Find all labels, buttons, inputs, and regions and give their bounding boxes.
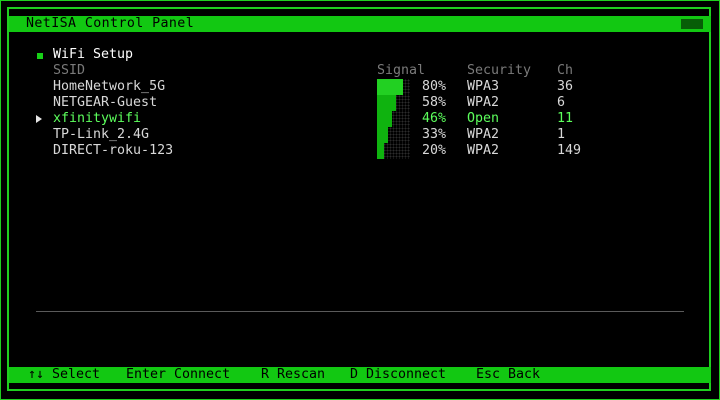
signal-bar — [377, 127, 410, 143]
network-row[interactable]: TP-Link_2.4G 33% WPA2 1 — [0, 127, 720, 143]
title-bar: NetISA Control Panel — [9, 16, 711, 32]
network-row[interactable]: NETGEAR-Guest 58% WPA2 6 — [0, 95, 720, 111]
network-ssid: xfinitywifi — [53, 111, 142, 126]
network-ssid: HomeNetwork_5G — [53, 79, 166, 94]
signal-bar — [377, 111, 410, 127]
network-channel: 11 — [557, 111, 574, 126]
section-bullet-icon — [37, 53, 43, 59]
network-security: WPA2 — [467, 95, 500, 110]
selection-arrow-icon — [36, 115, 42, 123]
network-channel: 6 — [557, 95, 566, 110]
column-header-ssid: SSID — [53, 63, 86, 78]
divider — [36, 311, 684, 312]
signal-bar-fill — [377, 79, 403, 95]
key-hint-back[interactable]: Esc Back — [476, 367, 540, 383]
network-ssid: TP-Link_2.4G — [53, 127, 150, 142]
column-header-security: Security — [467, 63, 532, 78]
network-channel: 36 — [557, 79, 574, 94]
section-title: WiFi Setup — [53, 47, 134, 62]
network-row-selected[interactable]: xfinitywifi 46% Open 11 — [0, 111, 720, 127]
key-hint-rescan[interactable]: R Rescan — [261, 367, 325, 383]
close-icon[interactable] — [681, 19, 703, 29]
panel-border — [7, 7, 711, 391]
window-title: NetISA Control Panel — [26, 16, 195, 31]
column-header-signal: Signal — [377, 63, 426, 78]
signal-percent: 80% — [422, 79, 447, 94]
signal-percent: 33% — [422, 127, 447, 142]
network-row[interactable]: HomeNetwork_5G 80% WPA3 36 — [0, 79, 720, 95]
signal-percent: 46% — [422, 111, 447, 126]
network-row[interactable]: DIRECT-roku-123 20% WPA2 149 — [0, 143, 720, 159]
key-hint-connect[interactable]: Enter Connect — [126, 367, 230, 383]
network-security: WPA2 — [467, 143, 500, 158]
network-security: WPA2 — [467, 127, 500, 142]
signal-bar-fill — [377, 95, 396, 111]
signal-bar-fill — [377, 111, 392, 127]
network-channel: 149 — [557, 143, 582, 158]
signal-bar — [377, 143, 410, 159]
signal-bar — [377, 95, 410, 111]
signal-percent: 20% — [422, 143, 447, 158]
network-ssid: NETGEAR-Guest — [53, 95, 158, 110]
network-security: WPA3 — [467, 79, 500, 94]
column-header-channel: Ch — [557, 63, 574, 78]
signal-bar — [377, 79, 410, 95]
network-security: Open — [467, 111, 500, 126]
footer-keybar: ↑↓ Select Enter Connect R Rescan D Disco… — [9, 367, 711, 383]
signal-bar-fill — [377, 127, 388, 143]
signal-bar-fill — [377, 143, 384, 159]
network-ssid: DIRECT-roku-123 — [53, 143, 174, 158]
key-hint-disconnect[interactable]: D Disconnect — [350, 367, 446, 383]
signal-percent: 58% — [422, 95, 447, 110]
key-hint-select[interactable]: ↑↓ Select — [28, 367, 100, 383]
network-channel: 1 — [557, 127, 566, 142]
